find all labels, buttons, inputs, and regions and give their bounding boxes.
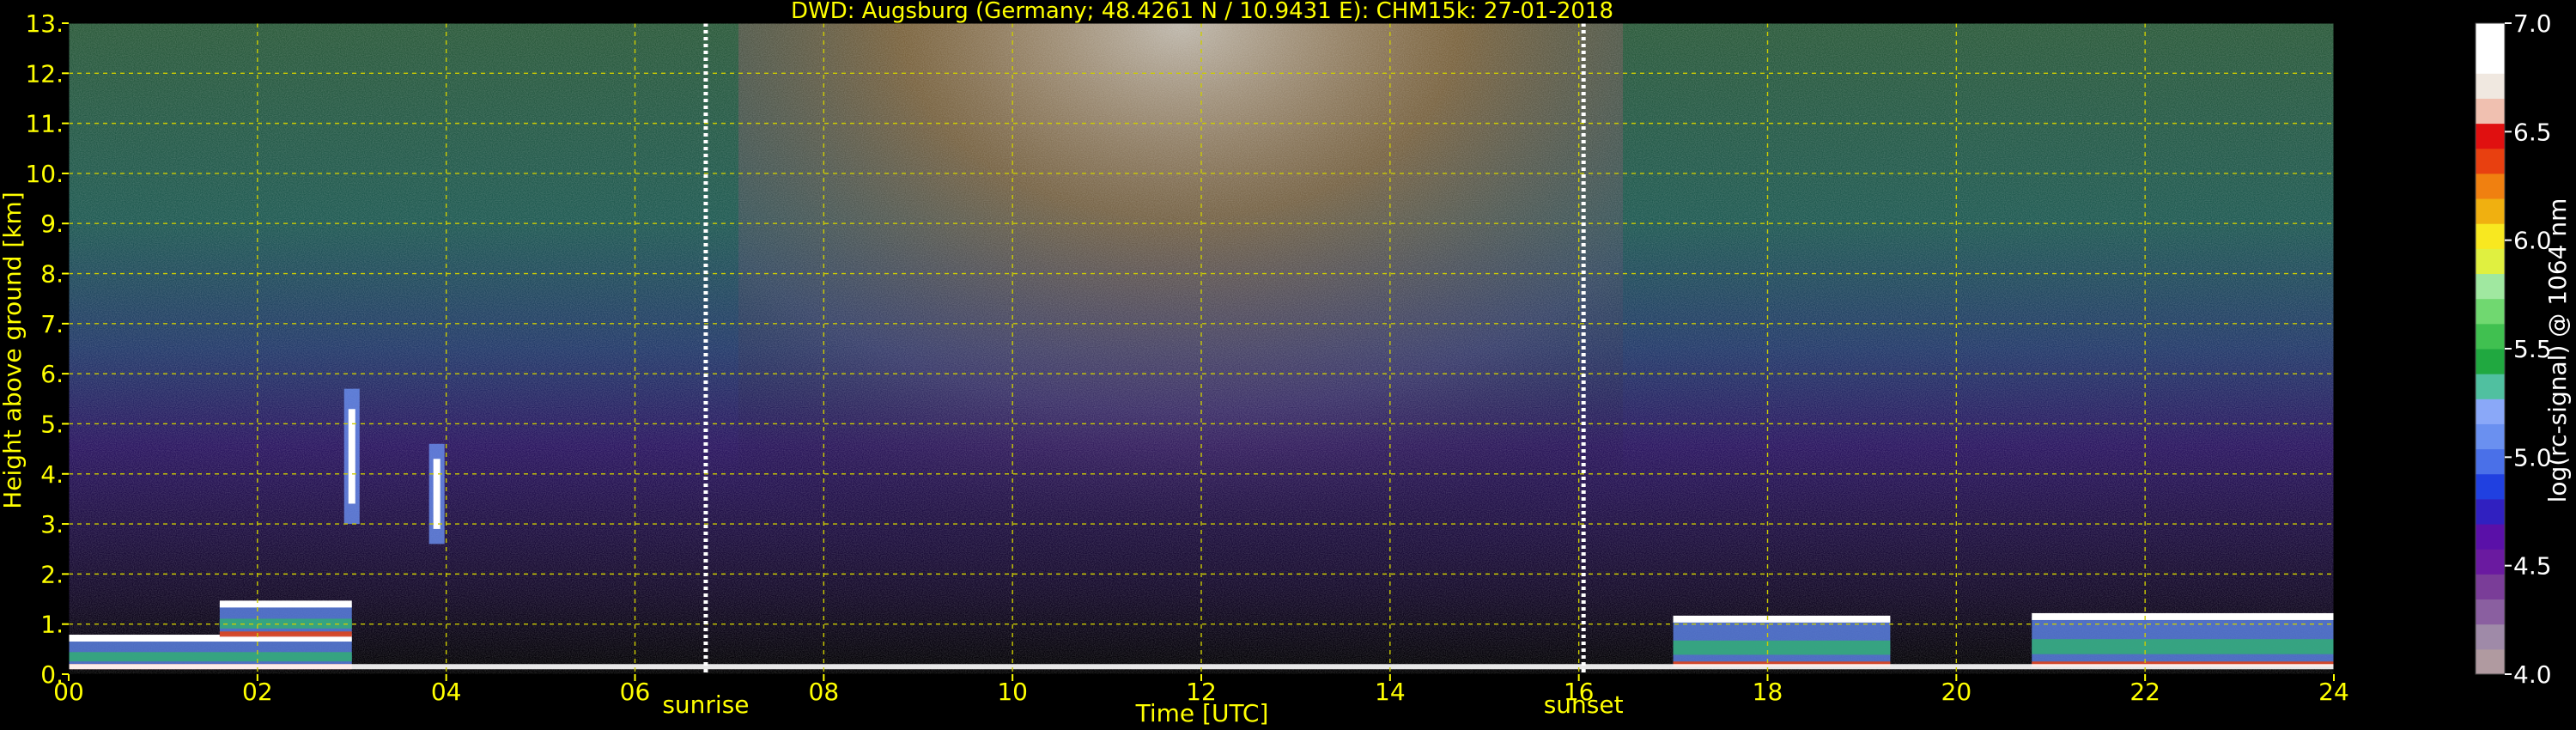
y-tick-label-8: 8.: [40, 260, 64, 289]
lidar-chart: sunrise sunset 0.1.2.3.4.5.6.7.8.9.10.11.…: [0, 0, 2572, 727]
colorbar-segment-13: [2476, 323, 2505, 350]
x-tick-label-7: 14: [1375, 678, 1406, 706]
x-tick-label-8: 16: [1564, 678, 1595, 706]
x-axis-label: Time [UTC]: [1135, 699, 1269, 727]
colorbar-segment-4: [2476, 549, 2505, 575]
colorbar-label: log(rc-signal) @ 1064 nm: [2543, 198, 2572, 503]
colorbar-segment-21: [2476, 123, 2505, 149]
cloud-layer-top-3: [2032, 612, 2334, 620]
y-tick-label-5: 5.: [40, 410, 64, 438]
colorbar-segment-24: [2476, 48, 2505, 74]
y-tick-label-10: 10.: [25, 160, 64, 188]
x-tick-label-9: 18: [1753, 678, 1783, 706]
y-tick-label-4: 4.: [40, 460, 64, 489]
colorbar-segment-1: [2476, 624, 2505, 650]
colorbar-segment-20: [2476, 148, 2505, 174]
plot-area: sunrise sunset: [68, 22, 2335, 719]
colorbar: 4.04.55.05.56.06.57.0: [2475, 9, 2552, 689]
y-tick-label-9: 9.: [40, 210, 64, 238]
x-tick-label-5: 10: [997, 678, 1028, 706]
colorbar-segment-11: [2476, 374, 2505, 399]
colorbar-segment-18: [2476, 198, 2505, 224]
colorbar-segment-22: [2476, 98, 2505, 125]
cloud-layer-core-3: [2032, 639, 2334, 654]
colorbar-segment-23: [2476, 73, 2505, 99]
y-tick-label-12: 12.: [25, 59, 64, 88]
y-tick-label-3: 3.: [40, 510, 64, 538]
colorbar-tick-label-1: 4.5: [2513, 552, 2552, 581]
colorbar-segment-6: [2476, 498, 2505, 525]
elevated-cloud-core-1: [433, 459, 440, 529]
colorbar-segment-3: [2476, 574, 2505, 600]
colorbar-segment-9: [2476, 423, 2505, 450]
cloud-layer-base-1: [219, 631, 352, 637]
cloud-layer-core-2: [1673, 640, 1891, 655]
x-tick-label-12: 24: [2318, 678, 2349, 706]
x-tick-label-4: 08: [809, 678, 840, 706]
colorbar-segment-15: [2476, 273, 2505, 300]
x-tick-label-3: 06: [620, 678, 651, 706]
colorbar-tick-label-5: 6.5: [2513, 118, 2552, 146]
colorbar-segment-2: [2476, 599, 2505, 625]
y-tick-label-2: 2.: [40, 560, 64, 588]
y-axis-label: Height above ground [km]: [0, 192, 27, 509]
colorbar-segment-16: [2476, 248, 2505, 275]
colorbar-segment-25: [2476, 23, 2505, 49]
y-tick-label-11: 11.: [25, 110, 64, 138]
colorbar-segment-17: [2476, 223, 2505, 249]
cloud-layer-top-2: [1673, 615, 1891, 623]
cloud-layer-top-1: [219, 600, 352, 608]
x-tick-label-0: 00: [53, 678, 84, 706]
chart-title: DWD: Augsburg (Germany; 48.4261 N / 10.9…: [791, 0, 1613, 24]
x-tick-label-10: 20: [1941, 678, 1972, 706]
y-tick-label-1: 1.: [40, 611, 64, 639]
colorbar-segment-12: [2476, 349, 2505, 374]
y-axis: 0.1.2.3.4.5.6.7.8.9.10.11.12.13.: [25, 9, 69, 689]
colorbar-tick-label-6: 7.0: [2513, 9, 2552, 38]
cloud-layer-core-0: [69, 652, 352, 662]
colorbar-segment-7: [2476, 473, 2505, 500]
colorbar-segment-10: [2476, 398, 2505, 424]
x-tick-label-11: 22: [2129, 678, 2160, 706]
colorbar-segment-8: [2476, 448, 2505, 475]
x-tick-label-2: 04: [431, 678, 462, 706]
x-tick-label-1: 02: [242, 678, 273, 706]
colorbar-segment-5: [2476, 524, 2505, 550]
y-tick-label-7: 7.: [40, 310, 64, 338]
colorbar-segment-0: [2476, 648, 2505, 675]
annotation-sunrise: sunrise: [662, 690, 749, 719]
colorbar-segment-14: [2476, 298, 2505, 325]
colorbar-tick-label-0: 4.0: [2513, 660, 2552, 689]
y-tick-label-6: 6.: [40, 360, 64, 388]
colorbar-segment-19: [2476, 173, 2505, 199]
y-tick-label-13: 13.: [25, 9, 64, 38]
